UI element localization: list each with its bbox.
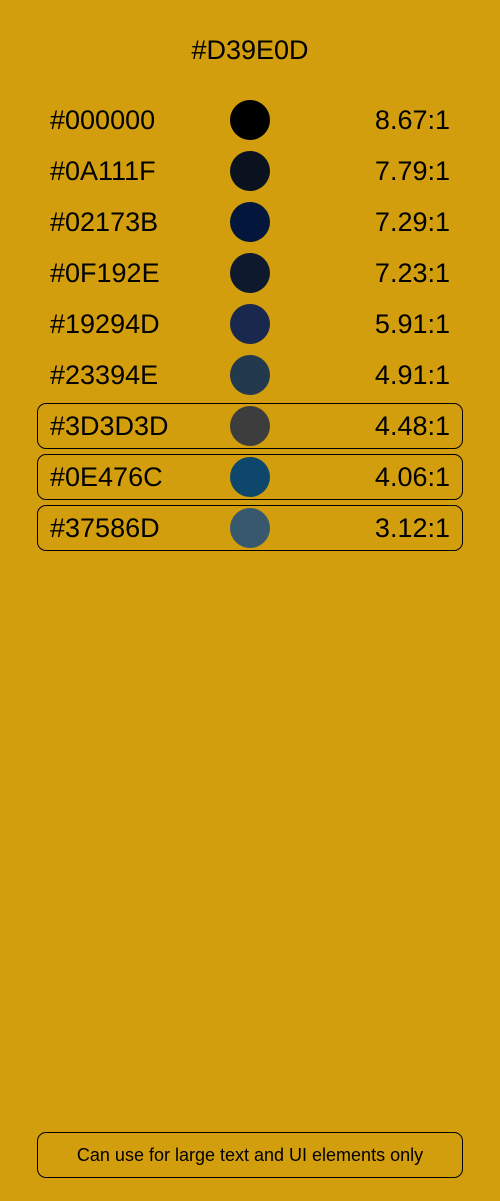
usage-note: Can use for large text and UI elements o…	[37, 1132, 463, 1178]
contrast-ratio: 7.23:1	[374, 258, 450, 288]
color-swatch	[230, 355, 270, 395]
color-swatch	[230, 100, 270, 140]
color-swatch	[230, 151, 270, 191]
color-hex-label: #000000	[50, 105, 156, 135]
color-row: #0A111F 7.79:1	[0, 146, 500, 197]
color-swatch	[230, 406, 270, 446]
color-row: #0E476C 4.06:1	[0, 452, 500, 503]
page-title: #D39E0D	[191, 35, 309, 65]
color-row: #000000 8.67:1	[0, 95, 500, 146]
color-swatch	[230, 253, 270, 293]
contrast-ratio: 4.91:1	[374, 360, 450, 390]
color-hex-label: #3D3D3D	[50, 411, 169, 441]
color-contrast-list: #000000 8.67:1 #0A111F 7.79:1 #02173B 7.…	[0, 95, 500, 554]
contrast-ratio: 5.91:1	[374, 309, 450, 339]
color-swatch	[230, 202, 270, 242]
contrast-ratio: 4.06:1	[374, 462, 450, 492]
color-hex-label: #02173B	[50, 207, 159, 237]
color-hex-label: #23394E	[50, 360, 159, 390]
color-row: #3D3D3D 4.48:1	[0, 401, 500, 452]
color-row: #19294D 5.91:1	[0, 299, 500, 350]
color-hex-label: #19294D	[50, 309, 160, 339]
contrast-ratio: 7.79:1	[374, 156, 450, 186]
color-row: #02173B 7.29:1	[0, 197, 500, 248]
color-hex-label: #0F192E	[50, 258, 160, 288]
contrast-ratio: 4.48:1	[374, 411, 450, 441]
color-row: #23394E 4.91:1	[0, 350, 500, 401]
contrast-ratio: 7.29:1	[374, 207, 450, 237]
color-swatch	[230, 457, 270, 497]
contrast-ratio: 3.12:1	[374, 513, 450, 543]
contrast-ratio: 8.67:1	[374, 105, 450, 135]
color-swatch	[230, 304, 270, 344]
color-swatch	[230, 508, 270, 548]
color-row: #0F192E 7.23:1	[0, 248, 500, 299]
color-hex-label: #0E476C	[50, 462, 163, 492]
color-row: #37586D 3.12:1	[0, 503, 500, 554]
color-hex-label: #0A111F	[50, 156, 156, 186]
color-hex-label: #37586D	[50, 513, 160, 543]
